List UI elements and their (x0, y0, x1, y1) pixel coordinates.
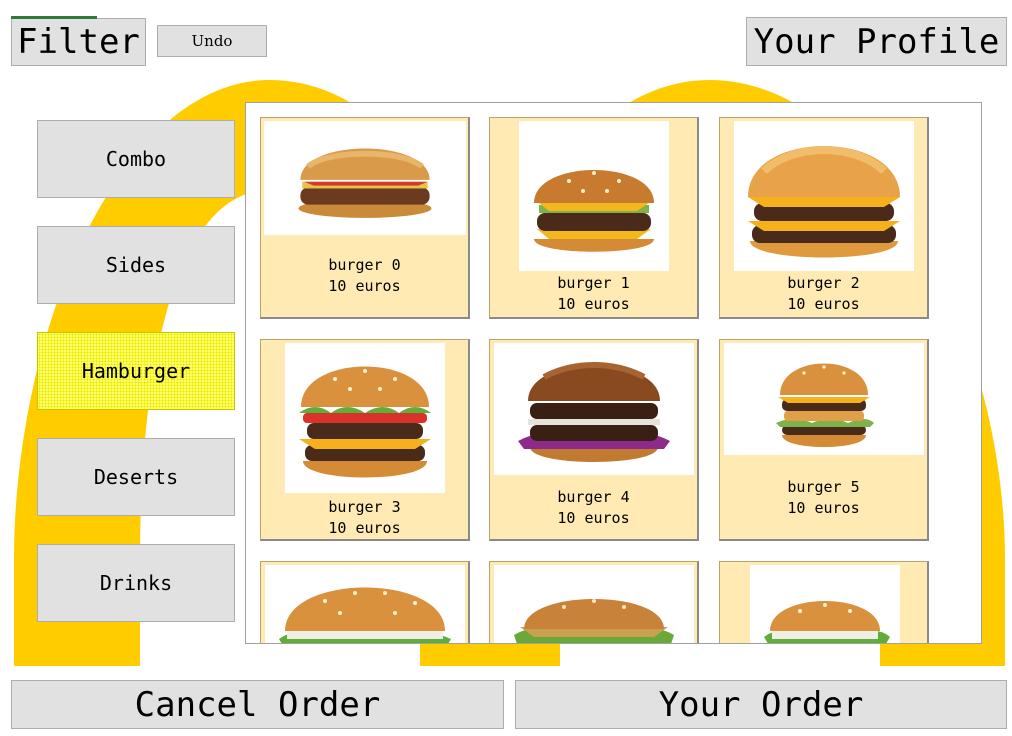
burger-image (264, 121, 466, 235)
product-card-burger-5[interactable]: burger 5 10 euros (719, 339, 929, 541)
product-card-burger-0[interactable]: burger 0 10 euros (260, 117, 470, 319)
product-card-burger-3[interactable]: burger 3 10 euros (260, 339, 470, 541)
cancel-order-button[interactable]: Cancel Order (11, 680, 504, 729)
burger-image (265, 565, 465, 643)
product-price: 10 euros (557, 295, 630, 313)
product-name: burger 1 (557, 274, 630, 292)
product-name: burger 0 (328, 256, 401, 274)
category-combo-button[interactable]: Combo (37, 120, 235, 198)
profile-button[interactable]: Your Profile (746, 17, 1007, 66)
product-card-burger-7[interactable] (489, 561, 699, 643)
burger-image (494, 565, 694, 643)
product-name: burger 3 (328, 498, 401, 516)
product-card-burger-2[interactable]: burger 2 10 euros (719, 117, 929, 319)
product-card-burger-4[interactable]: burger 4 10 euros (489, 339, 699, 541)
product-card-burger-8[interactable] (719, 561, 929, 643)
undo-button[interactable]: Undo (157, 25, 267, 57)
product-card-burger-1[interactable]: burger 1 10 euros (489, 117, 699, 319)
product-name: burger 5 (787, 478, 860, 496)
product-card-burger-6[interactable] (260, 561, 470, 643)
product-name: burger 4 (557, 488, 630, 506)
category-sides-button[interactable]: Sides (37, 226, 235, 304)
product-price: 10 euros (328, 277, 401, 295)
burger-image (750, 565, 900, 643)
burger-image (494, 343, 694, 475)
product-name: burger 2 (787, 274, 860, 292)
product-price: 10 euros (557, 509, 630, 527)
burger-image (519, 121, 669, 271)
product-price: 10 euros (787, 499, 860, 517)
burger-image (734, 121, 914, 271)
your-order-button[interactable]: Your Order (515, 680, 1007, 729)
filter-tab-indicator (11, 16, 97, 19)
product-grid[interactable]: burger 0 10 euros burger 1 10 euros burg… (245, 102, 982, 644)
category-drinks-button[interactable]: Drinks (37, 544, 235, 622)
category-hamburger-button[interactable]: Hamburger (37, 332, 235, 410)
category-deserts-button[interactable]: Deserts (37, 438, 235, 516)
filter-button[interactable]: Filter (11, 18, 146, 66)
burger-image (724, 343, 924, 455)
product-price: 10 euros (787, 295, 860, 313)
product-price: 10 euros (328, 519, 401, 537)
burger-image (285, 343, 445, 493)
